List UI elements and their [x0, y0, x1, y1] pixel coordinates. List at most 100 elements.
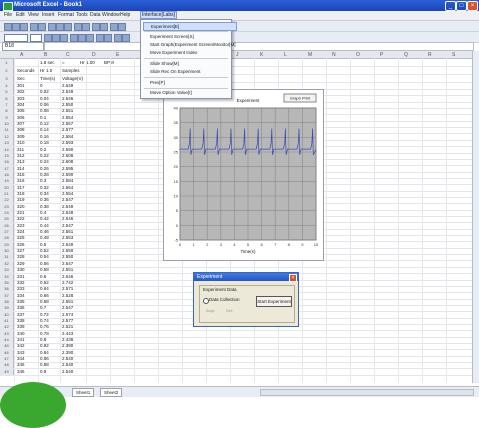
cell[interactable]: 313: [17, 159, 25, 165]
align-right-icon[interactable]: [86, 34, 94, 42]
cell[interactable]: 345: [17, 362, 25, 368]
cell[interactable]: 0.7: [40, 305, 46, 311]
sort-icon[interactable]: [100, 23, 108, 31]
cell[interactable]: 2.577: [62, 127, 73, 133]
row-number[interactable]: 19: [0, 178, 14, 185]
row-number[interactable]: 12: [0, 133, 14, 140]
cell[interactable]: 2.540: [62, 356, 73, 362]
cell[interactable]: 2.547: [62, 197, 73, 203]
underline-icon[interactable]: [60, 34, 68, 42]
cell[interactable]: 0.72: [40, 312, 49, 318]
menu-format[interactable]: Format: [58, 12, 74, 18]
cell[interactable]: 340: [17, 331, 25, 337]
cell[interactable]: 0.6: [40, 274, 46, 280]
cell[interactable]: 2.564: [62, 185, 73, 191]
cell[interactable]: Seconds: [17, 67, 35, 74]
cell[interactable]: 316: [17, 178, 25, 184]
cell[interactable]: 0.2: [40, 147, 46, 153]
cell[interactable]: 0.12: [40, 121, 49, 127]
cell[interactable]: 304: [17, 102, 25, 108]
menu-interface-labs[interactable]: Interface[Labs]: [140, 11, 178, 19]
chart-icon[interactable]: [110, 23, 118, 31]
cell[interactable]: 0.62: [40, 280, 49, 286]
cell[interactable]: 312: [17, 153, 25, 159]
cell[interactable]: 323: [17, 223, 25, 229]
column-header[interactable]: C: [66, 52, 70, 58]
cell[interactable]: 333: [17, 286, 25, 292]
cell[interactable]: 336: [17, 305, 25, 311]
cell[interactable]: 0.82: [40, 343, 49, 349]
cell[interactable]: 315: [17, 172, 25, 178]
cell[interactable]: 0.84: [40, 350, 49, 356]
sum-icon[interactable]: [92, 23, 100, 31]
cell[interactable]: 343: [17, 350, 25, 356]
align-left-icon[interactable]: [70, 34, 78, 42]
percent-icon[interactable]: [104, 34, 112, 42]
cell[interactable]: 0.4: [40, 210, 46, 216]
column-header[interactable]: L: [284, 52, 287, 58]
cell[interactable]: 2.550: [62, 254, 73, 260]
cell[interactable]: 0.68: [40, 299, 49, 305]
row-number[interactable]: 26: [0, 222, 14, 229]
cell[interactable]: 324: [17, 229, 25, 235]
preview-icon[interactable]: [38, 23, 46, 31]
cell[interactable]: 330: [17, 267, 25, 273]
font-select[interactable]: [4, 34, 28, 42]
cell[interactable]: 2.547: [62, 305, 73, 311]
cell[interactable]: 2.551: [62, 299, 73, 305]
column-header[interactable]: Q: [404, 52, 408, 58]
cell[interactable]: 0.46: [40, 229, 49, 235]
row-number[interactable]: 47: [0, 356, 14, 363]
row-number[interactable]: 36: [0, 286, 14, 293]
start-experiment-button[interactable]: Start Experiment: [256, 296, 292, 307]
cell[interactable]: 320: [17, 204, 25, 210]
cell[interactable]: 321: [17, 210, 25, 216]
row-number[interactable]: 13: [0, 140, 14, 147]
cell[interactable]: 0.76: [40, 324, 49, 330]
cell[interactable]: 335: [17, 299, 25, 305]
row-number[interactable]: 18: [0, 171, 14, 178]
cell[interactable]: 2.574: [62, 312, 73, 318]
cell[interactable]: =: [62, 59, 65, 66]
cell[interactable]: 2.550: [62, 102, 73, 108]
cell[interactable]: 305: [17, 108, 25, 114]
row-number[interactable]: 46: [0, 349, 14, 356]
cell[interactable]: 341: [17, 337, 25, 343]
cell[interactable]: 0.8: [40, 337, 46, 343]
row-number[interactable]: 27: [0, 229, 14, 236]
cell[interactable]: Sec: [17, 75, 25, 82]
row-number[interactable]: 34: [0, 273, 14, 280]
row-number[interactable]: 9: [0, 114, 14, 121]
cell[interactable]: 306: [17, 115, 25, 121]
cell[interactable]: 0.44: [40, 223, 49, 229]
cell[interactable]: 0.36: [40, 197, 49, 203]
cell[interactable]: 310: [17, 140, 25, 146]
row-number[interactable]: 5: [0, 89, 14, 96]
cell[interactable]: 2.553: [62, 235, 73, 241]
row-number[interactable]: 23: [0, 203, 14, 210]
cut-icon[interactable]: [48, 23, 56, 31]
font-size-select[interactable]: [30, 34, 42, 42]
cell[interactable]: 307: [17, 121, 25, 127]
cell[interactable]: 0.24: [40, 159, 49, 165]
cell[interactable]: 2.584: [62, 134, 73, 140]
row-number[interactable]: 15: [0, 152, 14, 159]
cell[interactable]: 344: [17, 356, 25, 362]
align-center-icon[interactable]: [78, 34, 86, 42]
column-header[interactable]: P: [380, 52, 383, 58]
cell[interactable]: 0: [40, 83, 43, 89]
row-number[interactable]: 30: [0, 248, 14, 255]
cell[interactable]: 2.546: [62, 274, 73, 280]
cell[interactable]: 2.546: [62, 96, 73, 102]
row-number[interactable]: 16: [0, 159, 14, 166]
row-number[interactable]: 31: [0, 254, 14, 261]
column-header[interactable]: D: [92, 52, 96, 58]
name-box[interactable]: B18: [2, 42, 44, 51]
row-number[interactable]: 21: [0, 190, 14, 197]
cell[interactable]: 0.58: [40, 267, 49, 273]
cell[interactable]: 346: [17, 369, 25, 375]
cell[interactable]: Time(s): [40, 75, 55, 82]
cell[interactable]: Hr 1.00: [80, 59, 95, 66]
cell[interactable]: 0.08: [40, 108, 49, 114]
row-number[interactable]: 41: [0, 317, 14, 324]
